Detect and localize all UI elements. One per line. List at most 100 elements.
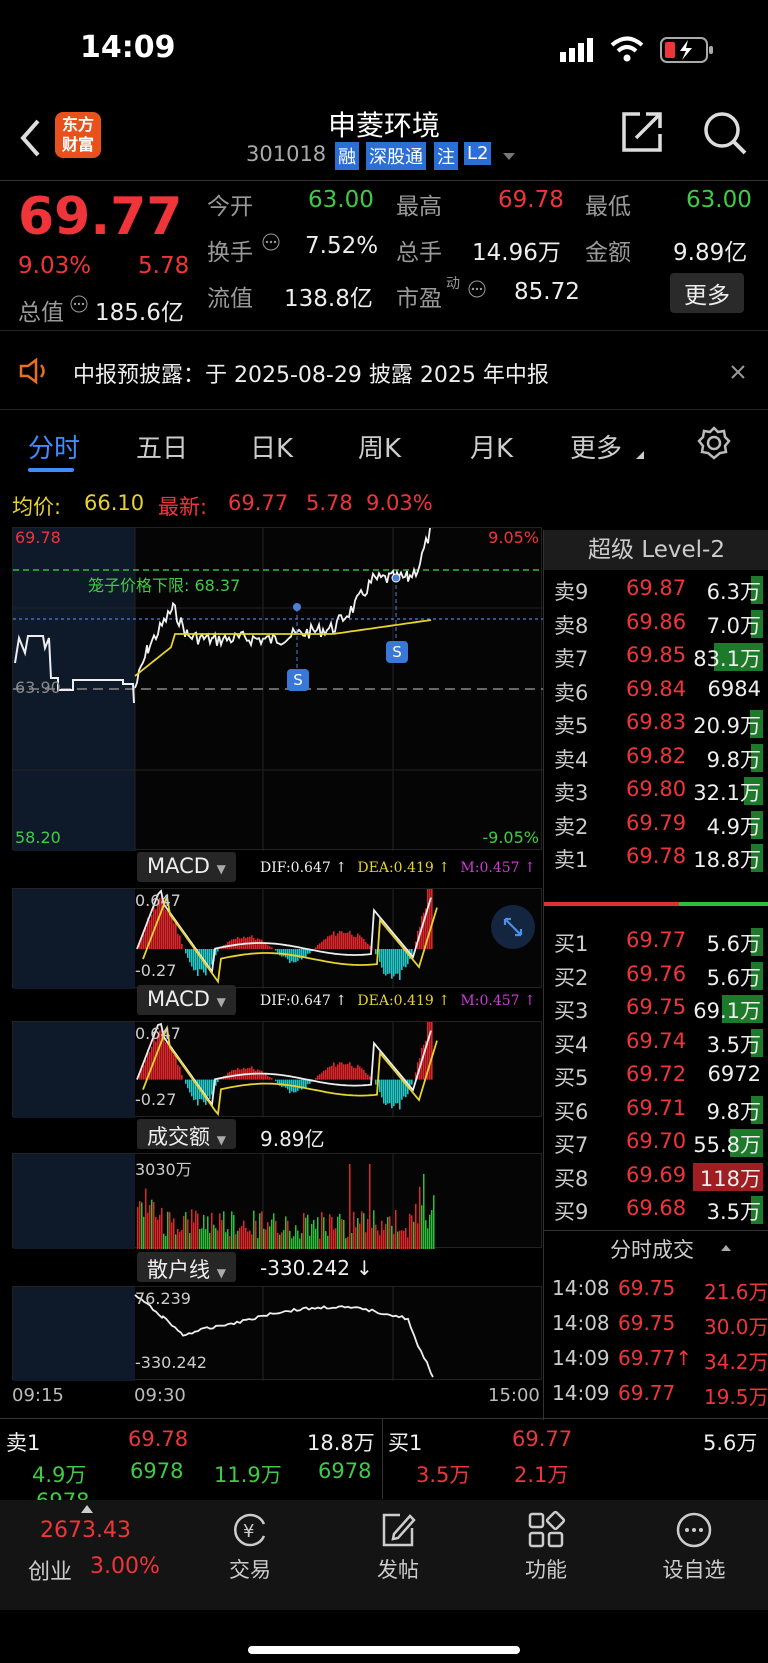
tab-weekly-k[interactable]: 周K [358, 428, 401, 465]
bid-row[interactable]: 买4 69.74 3.5万 [544, 1025, 768, 1059]
tab-monthly-k[interactable]: 月K [470, 428, 513, 465]
sell-marker[interactable]: S [386, 641, 408, 663]
settings-gear-icon[interactable] [697, 426, 731, 460]
macd-selector[interactable]: MACD ▼ [137, 852, 236, 882]
float-label: 流值 [207, 286, 253, 312]
chevron-down-icon[interactable] [502, 152, 516, 162]
ask-row[interactable]: 卖8 69.86 7.0万 [544, 606, 768, 640]
edit-icon [382, 1513, 416, 1547]
nav-post[interactable]: 发帖 [348, 1510, 448, 1584]
bid-row[interactable]: 买2 69.76 5.6万 [544, 958, 768, 992]
volume-bar [273, 1213, 275, 1249]
ask-row[interactable]: 卖6 69.84 6984 [544, 673, 768, 707]
collapse-icon[interactable] [720, 1244, 732, 1252]
ask-row[interactable]: 卖1 69.78 18.8万 [544, 840, 768, 874]
orderbook-title[interactable]: 超级 Level-2 [544, 530, 768, 570]
volume-bar [269, 1226, 271, 1249]
macd-bar [305, 949, 307, 958]
volume-bar [431, 1210, 433, 1249]
macd-bar [389, 1079, 391, 1104]
tab-more[interactable]: 更多 [570, 428, 622, 465]
ask-row[interactable]: 卖4 69.82 9.8万 [544, 740, 768, 774]
macd-bar [233, 939, 235, 950]
ask-row[interactable]: 卖7 69.85 83.1万 [544, 639, 768, 673]
level-price: 69.75 [626, 995, 687, 1019]
volume-selector[interactable]: 成交额 ▼ [137, 1119, 236, 1149]
share-icon[interactable] [620, 110, 664, 154]
macd-bar [165, 1042, 167, 1080]
volume-bar [151, 1199, 153, 1249]
level-price: 69.85 [626, 643, 687, 667]
bid-row[interactable]: 买5 69.72 6972 [544, 1058, 768, 1092]
sell-marker[interactable]: S [287, 669, 309, 691]
tab-intraday[interactable]: 分时 [28, 428, 80, 465]
macd-bar [357, 933, 359, 949]
macd-bar [255, 1070, 257, 1080]
search-icon[interactable] [702, 110, 748, 156]
macd-bar [185, 949, 187, 954]
volume-bar [207, 1216, 209, 1249]
macd-bar [187, 949, 189, 958]
stock-code: 301018 [246, 142, 327, 166]
nav-watchlist[interactable]: 设自选 [644, 1510, 744, 1584]
more-button[interactable]: 更多 [670, 273, 744, 313]
latest-label: 最新: [158, 495, 208, 519]
tab-five-day[interactable]: 五日 [136, 428, 188, 465]
notice-banner[interactable]: 中报预披露：于 2025-08-29 披露 2025 年中报 [0, 330, 768, 410]
volume-bar [137, 1207, 139, 1249]
macd-bar [381, 949, 383, 968]
level1-quote-bar: 卖1 69.78 18.8万 买1 69.77 5.6万 4.9万 6978 1… [0, 1418, 768, 1513]
level-volume: 69.1万 [693, 999, 761, 1023]
float-value: 138.8亿 [284, 286, 373, 312]
bid-row[interactable]: 买7 69.70 55.8万 [544, 1125, 768, 1159]
macd-bar [265, 1073, 267, 1080]
volume-bar [399, 1230, 401, 1249]
nav-trade[interactable]: ¥ 交易 [200, 1510, 300, 1584]
level-volume: 55.8万 [693, 1133, 761, 1157]
info-icon[interactable] [70, 295, 88, 313]
info-icon[interactable] [262, 233, 280, 251]
level-price: 69.70 [626, 1129, 687, 1153]
ask-row[interactable]: 卖9 69.87 6.3万 [544, 572, 768, 606]
macd-bar [179, 935, 181, 949]
intraday-chart[interactable]: 69.78 9.05% 58.20 -9.05% 63.90 笼子价格下限: 6… [12, 527, 543, 851]
volume-bar [175, 1234, 177, 1249]
macd-selector[interactable]: MACD ▼ [137, 985, 236, 1015]
volume-bar [261, 1211, 263, 1249]
volume-bar [247, 1231, 249, 1249]
ask-row[interactable]: 卖2 69.79 4.9万 [544, 807, 768, 841]
nav-label: 设自选 [662, 1558, 726, 1582]
macd-bar [169, 1045, 171, 1080]
level-label: 卖3 [554, 781, 589, 805]
bid-row[interactable]: 买1 69.77 5.6万 [544, 924, 768, 958]
level-price: 69.78 [626, 844, 687, 868]
retail-selector[interactable]: 散户线 ▼ [137, 1252, 236, 1282]
trade-price: 69.75 [618, 1311, 676, 1335]
level-label: 卖8 [554, 613, 589, 638]
ask-row[interactable]: 卖3 69.80 32.1万 [544, 773, 768, 807]
bid-row[interactable]: 买3 69.75 69.1万 [544, 991, 768, 1025]
index-widget[interactable]: 2673.43 创业 3.00% [0, 1500, 160, 1610]
volume-bar [157, 1219, 159, 1249]
expand-button[interactable] [491, 905, 535, 949]
bid-row[interactable]: 买9 69.68 3.5万 [544, 1192, 768, 1226]
svg-text:¥: ¥ [243, 1521, 254, 1542]
info-icon[interactable] [468, 280, 486, 298]
volume-bar [429, 1214, 431, 1249]
volume-bar [181, 1230, 183, 1249]
signal-icon [560, 38, 593, 62]
bid-row[interactable]: 买6 69.71 9.8万 [544, 1092, 768, 1126]
nav-functions[interactable]: 功能 [496, 1510, 596, 1584]
bid-row[interactable]: 买8 69.69 118万 [544, 1159, 768, 1193]
close-icon[interactable] [730, 364, 746, 380]
volume-bar [313, 1219, 315, 1249]
ask-row[interactable]: 卖5 69.83 20.9万 [544, 706, 768, 740]
tab-daily-k[interactable]: 日K [250, 428, 293, 465]
macd-bar [173, 923, 175, 949]
trades-title[interactable]: 分时成交 [610, 1234, 694, 1264]
level-price: 69.71 [626, 1095, 687, 1120]
macd-bar [355, 937, 357, 949]
stock-header: 东方 财富 申菱环境 301018 融 深股通 注 L2 [0, 100, 768, 180]
macd-bar [335, 935, 337, 949]
level-volume: 9.8万 [706, 747, 761, 772]
